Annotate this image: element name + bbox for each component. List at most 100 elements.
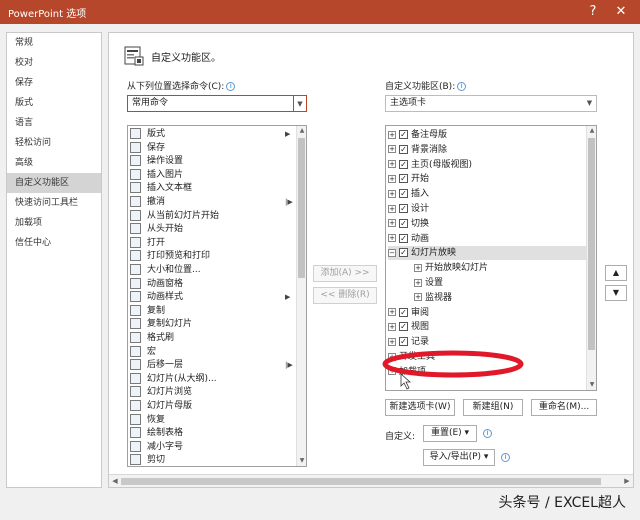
scroll-up-icon[interactable]: ▲ — [297, 126, 306, 136]
expand-icon[interactable]: + — [414, 263, 422, 272]
scroll-down-icon[interactable]: ▼ — [587, 380, 596, 390]
checkbox-checked-icon[interactable]: ✓ — [399, 189, 408, 199]
command-item[interactable]: 版式 ▶ — [130, 128, 290, 142]
expand-icon[interactable]: + — [388, 145, 396, 154]
expand-icon[interactable]: + — [388, 308, 396, 317]
command-item[interactable]: 复制 — [130, 304, 165, 319]
ribbon-tab-item[interactable]: + ✓ 备注母版 — [388, 128, 586, 142]
move-down-button[interactable]: ▼ — [605, 285, 627, 301]
command-item[interactable]: 宏 — [130, 345, 156, 360]
close-button[interactable]: ✕ — [610, 2, 632, 22]
import-export-button[interactable]: 导入/导出(P) ▾ — [423, 449, 495, 466]
nav-item[interactable]: 自定义功能区 — [7, 173, 101, 193]
scroll-left-icon[interactable]: ◀ — [109, 475, 121, 487]
ribbon-tab-item[interactable]: − ✓ 幻灯片放映 — [388, 246, 586, 261]
expand-icon[interactable]: + — [388, 189, 396, 198]
ribbon-tab-item[interactable]: + ✓ 设计 — [388, 202, 586, 216]
expand-icon[interactable]: + — [388, 219, 396, 228]
checkbox-checked-icon[interactable]: ✓ — [399, 204, 408, 213]
chevron-down-icon[interactable]: ▼ — [293, 95, 307, 112]
scroll-thumb[interactable] — [298, 138, 305, 278]
command-item[interactable]: 动画样式 ▶ — [130, 291, 290, 305]
ribbon-tab-item[interactable]: + ✓ 插入 — [388, 187, 586, 201]
expand-icon[interactable]: + — [388, 160, 396, 169]
collapse-icon[interactable]: − — [388, 248, 396, 257]
command-item[interactable]: 插入文本框 — [130, 182, 192, 196]
scroll-thumb[interactable] — [121, 478, 601, 485]
command-item[interactable]: 从头开始 — [130, 223, 183, 237]
add-button[interactable]: 添加(A) >> — [313, 265, 377, 282]
command-item[interactable]: 剪切 — [130, 454, 165, 466]
nav-item[interactable]: 轻松访问 — [7, 133, 101, 153]
checkbox-checked-icon[interactable]: ✓ — [399, 248, 408, 258]
command-item[interactable]: 后移一层 |▶ — [130, 359, 293, 373]
ribbon-tab-item[interactable]: + ✓ 视图 — [388, 320, 586, 334]
ribbon-tabs-tree[interactable]: + ✓ 备注母版 + ✓ 背景消除 + ✓ 主页(母版视图) + ✓ 开始 + ✓ 插入 + ✓ 设计 + ✓ 切换 + ✓… — [385, 125, 597, 391]
ribbon-tab-item[interactable]: + 设置 — [414, 276, 586, 290]
commands-list[interactable]: 版式 ▶ 保存 操作设置 插入图片 插入文本框 撤消 |▶ 从当前幻灯片开始 从头开始 打开 打印预览… — [127, 125, 307, 467]
help-button[interactable]: ? — [582, 2, 604, 22]
checkbox-checked-icon[interactable]: ✓ — [399, 159, 408, 169]
expand-icon[interactable]: + — [388, 337, 396, 346]
nav-item[interactable]: 高级 — [7, 153, 101, 173]
expand-icon[interactable]: + — [388, 174, 396, 183]
expand-icon[interactable]: + — [388, 204, 396, 213]
command-item[interactable]: 动画窗格 — [130, 277, 183, 292]
command-item[interactable]: 插入图片 — [130, 168, 183, 183]
ribbon-tab-item[interactable]: + ✓ 审阅 — [388, 306, 586, 320]
nav-item[interactable]: 加载项 — [7, 213, 101, 233]
expand-icon[interactable]: + — [388, 234, 396, 243]
checkbox-checked-icon[interactable]: ✓ — [399, 322, 408, 332]
command-item[interactable]: 幻灯片浏览 — [130, 386, 192, 400]
nav-item[interactable]: 校对 — [7, 53, 101, 73]
pane-horizontal-scrollbar[interactable]: ◀ ▶ — [109, 474, 633, 487]
rename-button[interactable]: 重命名(M)... — [531, 399, 597, 416]
expand-icon[interactable]: + — [414, 293, 422, 302]
expand-icon[interactable]: + — [414, 278, 422, 287]
nav-item[interactable]: 语言 — [7, 113, 101, 133]
ribbon-tab-item[interactable]: + ✓ 记录 — [388, 335, 586, 349]
checkbox-checked-icon[interactable]: ✓ — [399, 218, 408, 228]
command-item[interactable]: 复制幻灯片 — [130, 318, 192, 332]
checkbox-checked-icon[interactable]: ✓ — [399, 307, 408, 317]
nav-item[interactable]: 常规 — [7, 33, 101, 53]
ribbon-tab-item[interactable]: + ✓ 开始 — [388, 172, 586, 186]
command-item[interactable]: 打印预览和打印 — [130, 250, 210, 264]
choose-commands-dropdown[interactable]: 常用命令 ▼ — [127, 95, 307, 112]
ribbon-tab-item[interactable]: + ✓ 背景消除 — [388, 143, 586, 157]
reset-button[interactable]: 重置(E) ▾ — [423, 425, 477, 442]
checkbox-checked-icon[interactable]: ✓ — [399, 130, 408, 139]
command-item[interactable]: 操作设置 — [130, 155, 183, 169]
move-up-button[interactable]: ▲ — [605, 265, 627, 281]
command-item[interactable]: 绘制表格 — [130, 427, 183, 441]
ribbon-tab-item[interactable]: + ✓ 动画 — [388, 232, 586, 246]
checkbox-checked-icon[interactable]: ✓ — [399, 174, 408, 184]
command-item[interactable]: 恢复 — [130, 413, 165, 428]
expand-icon[interactable]: + — [388, 322, 396, 331]
customize-ribbon-dropdown[interactable]: 主选项卡 ▼ — [385, 95, 597, 112]
nav-item[interactable]: 信任中心 — [7, 233, 101, 253]
expand-icon[interactable]: + — [388, 352, 396, 361]
scroll-up-icon[interactable]: ▲ — [587, 126, 596, 136]
commands-scrollbar[interactable]: ▲ ▼ — [296, 126, 306, 466]
checkbox-checked-icon[interactable]: ✓ — [399, 144, 408, 154]
command-item[interactable]: 幻灯片(从大纲)... — [130, 372, 217, 387]
remove-button[interactable]: << 删除(R) — [313, 287, 377, 304]
scroll-down-icon[interactable]: ▼ — [297, 456, 306, 466]
tree-scrollbar[interactable]: ▲ ▼ — [586, 126, 596, 390]
command-item[interactable]: 幻灯片母版 — [130, 400, 192, 414]
nav-item[interactable]: 快速访问工具栏 — [7, 193, 101, 213]
ribbon-tab-item[interactable]: + 监视器 — [414, 291, 586, 305]
command-item[interactable]: 撤消 |▶ — [130, 196, 293, 210]
scroll-right-icon[interactable]: ▶ — [621, 475, 633, 487]
command-item[interactable]: 打开 — [130, 236, 165, 251]
chevron-down-icon[interactable]: ▼ — [583, 96, 596, 111]
expand-icon[interactable]: + — [388, 367, 396, 376]
checkbox-checked-icon[interactable]: ✓ — [399, 337, 408, 347]
new-group-button[interactable]: 新建组(N) — [463, 399, 523, 416]
ribbon-tab-item[interactable]: + ✓ 切换 — [388, 217, 586, 231]
ribbon-tab-item[interactable]: + 开始放映幻灯片 — [414, 261, 586, 275]
new-tab-button[interactable]: 新建选项卡(W) — [385, 399, 455, 416]
command-item[interactable]: 保存 — [130, 141, 165, 156]
expand-icon[interactable]: + — [388, 130, 396, 139]
